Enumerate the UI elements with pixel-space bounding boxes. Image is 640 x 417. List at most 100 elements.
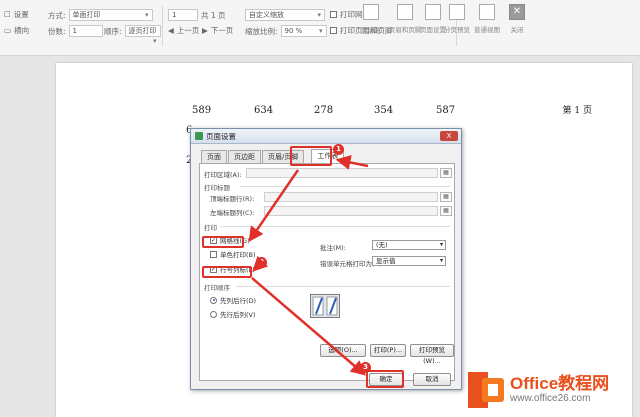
order-label: 顺序:	[104, 26, 122, 36]
dialog-title-bar: 页面设置	[191, 129, 461, 144]
close-icon: ✕	[509, 4, 525, 20]
gridlines-checkbox-icon	[330, 11, 337, 18]
left-cols-input[interactable]	[264, 206, 438, 216]
page-total: 共 1 页	[201, 10, 226, 20]
print-area-label: 打印区域(A):	[204, 171, 242, 179]
settings-label: 设置	[13, 10, 29, 19]
close-preview-button[interactable]: ✕ 关闭	[500, 4, 534, 50]
over-then-down-label: 先行后列(V)	[220, 311, 256, 319]
tab-margins[interactable]: 页边距	[228, 150, 261, 163]
unchecked-icon	[210, 250, 217, 258]
prev-page-button[interactable]: ◀ 上一页	[168, 25, 199, 36]
header-footer-checkbox-icon	[330, 27, 337, 34]
page-control: 1 共 1 页	[168, 9, 226, 21]
zoom-control: 缩放比例: 90 %	[245, 25, 327, 37]
print-area-input[interactable]	[246, 168, 438, 178]
left-cols-label: 左端标题列(C):	[210, 209, 255, 217]
cell-value: 589	[192, 105, 212, 116]
print-group: 打印	[204, 224, 217, 232]
group-divider	[236, 286, 450, 287]
copies-control: 份数: 1	[48, 25, 103, 37]
normal-view-icon	[479, 4, 495, 20]
top-rows-label: 顶端标题行(R):	[210, 195, 255, 203]
landscape-label: 横向	[14, 26, 30, 35]
print-preview-toolbar: ☐ 设置 ▭ 横向 方式: 单面打印 份数: 1 顺序: 逐页打印 1 共 1 …	[0, 0, 640, 56]
print-titles-group: 打印标题	[204, 184, 230, 192]
page-input[interactable]: 1	[168, 9, 198, 21]
mono-print-checkbox[interactable]: 单色打印(B)	[210, 249, 256, 259]
step-badge-3: 3	[360, 362, 371, 373]
dialog-title: 页面设置	[206, 131, 236, 141]
custom-zoom-control: 自定义缩放	[245, 9, 325, 21]
down-then-over-radio[interactable]: 先列后行(D)	[210, 295, 256, 305]
highlight-ok-button	[366, 370, 404, 388]
mono-print-label: 单色打印(B)	[220, 251, 256, 259]
prev-icon: ◀	[168, 26, 174, 35]
margins-label: 页边距	[361, 26, 381, 34]
settings-icon: ☐	[4, 10, 11, 19]
header-footer-icon	[397, 4, 413, 20]
method-control: 方式: 单面打印	[48, 9, 153, 21]
errors-select[interactable]: 显示值	[372, 256, 446, 266]
highlight-row-col-headings	[202, 266, 252, 278]
options-button[interactable]: 选项(O)...	[320, 344, 366, 357]
print-preview-button[interactable]: 打印预览(W)...	[410, 344, 454, 365]
page-setup-icon	[425, 4, 441, 20]
copies-label: 份数:	[48, 26, 66, 36]
step-badge-1: 1	[333, 144, 344, 155]
page-setup-dialog: 页面设置 X 页面 页边距 页眉/页脚 工作表 打印区域(A): ▦ 打印标题 …	[190, 128, 462, 390]
normal-view-button[interactable]: 普通视图	[470, 4, 504, 50]
order-control: 顺序: 逐页打印	[104, 25, 161, 37]
page-order-preview-icon	[310, 294, 340, 318]
highlight-sheet-tab	[290, 146, 332, 166]
highlight-gridlines	[202, 236, 244, 248]
down-then-over-label: 先列后行(D)	[220, 297, 257, 305]
range-picker-icon[interactable]: ▦	[440, 206, 452, 216]
tab-page[interactable]: 页面	[201, 150, 227, 163]
print-order-group: 打印顺序	[204, 284, 230, 292]
range-picker-icon[interactable]: ▦	[440, 168, 452, 178]
page-number-footer: 第 1 页	[562, 106, 592, 116]
range-picker-icon[interactable]: ▦	[440, 192, 452, 202]
copies-input[interactable]: 1	[68, 25, 103, 37]
method-label: 方式:	[48, 10, 66, 20]
cell-value: 587	[436, 105, 456, 116]
page-break-preview-button[interactable]: 分页预览	[440, 4, 474, 50]
over-then-down-radio[interactable]: 先行后列(V)	[210, 309, 256, 319]
step-badge-2: 2	[256, 257, 267, 268]
print-button[interactable]: 打印(P)...	[370, 344, 406, 357]
site-watermark: Office教程网 www.office26.com	[468, 366, 638, 414]
next-page-button[interactable]: ▶ 下一页	[202, 25, 233, 36]
settings-button[interactable]: ☐ 设置	[4, 9, 29, 20]
toolbar-separator	[162, 6, 163, 46]
next-page-label: 下一页	[210, 26, 234, 35]
landscape-icon: ▭	[4, 26, 12, 35]
page-break-preview-label: 分页预览	[444, 26, 470, 34]
cell-value: 634	[254, 105, 274, 116]
normal-view-label: 普通视图	[474, 26, 500, 34]
office-logo-icon	[468, 372, 504, 408]
zoom-select[interactable]: 90 %	[280, 25, 327, 37]
close-label: 关闭	[510, 26, 524, 34]
comments-label: 批注(M):	[320, 244, 346, 252]
margins-icon	[363, 4, 379, 20]
prev-page-label: 上一页	[176, 26, 200, 35]
landscape-button[interactable]: ▭ 横向	[4, 25, 29, 36]
order-select[interactable]: 逐页打印	[124, 25, 161, 37]
top-rows-input[interactable]	[264, 192, 438, 202]
method-select[interactable]: 单面打印	[68, 9, 153, 21]
cancel-button[interactable]: 取消	[413, 373, 451, 386]
group-divider	[240, 186, 450, 187]
dialog-close-button[interactable]: X	[440, 131, 458, 141]
cell-value: 278	[314, 105, 334, 116]
margins-button[interactable]: 页边距	[354, 4, 388, 50]
watermark-brand: Office教程网	[510, 374, 610, 393]
page-break-icon	[449, 4, 465, 20]
custom-zoom-select[interactable]: 自定义缩放	[245, 9, 325, 21]
cell-value: 354	[374, 105, 394, 116]
group-divider	[220, 226, 450, 227]
app-icon	[195, 132, 203, 140]
zoom-label: 缩放比例:	[245, 26, 278, 36]
watermark-url: www.office26.com	[510, 393, 591, 404]
comments-select[interactable]: (无)	[372, 240, 446, 250]
